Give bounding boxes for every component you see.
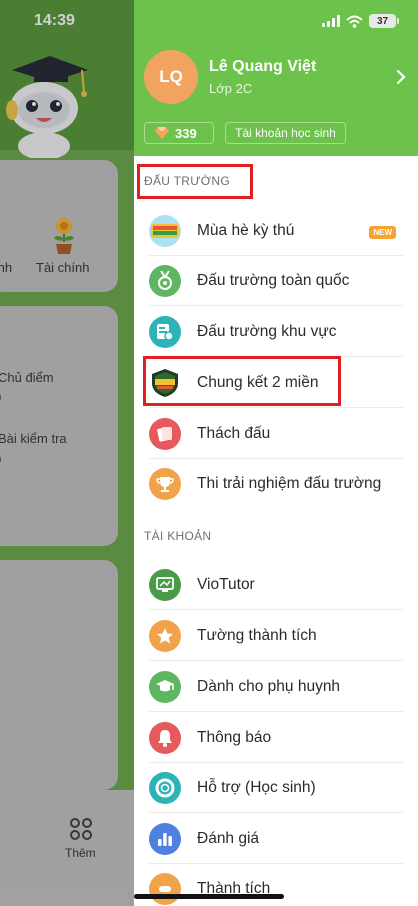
highlight-box-final	[143, 356, 341, 406]
menu-item-trial-arena[interactable]: Thi trải nghiệm đấu trường	[134, 459, 418, 509]
menu-item-support[interactable]: Hỗ trợ (Học sinh)	[134, 763, 418, 813]
avatar[interactable]: LQ	[144, 50, 198, 104]
menu-label: Đánh giá	[197, 830, 260, 847]
signal-icon	[322, 15, 340, 27]
menu-label: Đấu trường khu vực	[197, 323, 337, 340]
user-name[interactable]: Lê Quang Việt	[209, 58, 316, 76]
divider	[149, 407, 404, 408]
menu-label: Tường thành tích	[197, 627, 317, 644]
section-title-account: TÀI KHOẢN	[144, 529, 212, 543]
menu-item-national-arena[interactable]: Đấu trường toàn quốc	[134, 256, 418, 306]
menu-item-challenge[interactable]: Thách đấu	[134, 409, 418, 459]
challenge-cards-icon	[149, 418, 181, 450]
divider	[149, 660, 404, 661]
menu-label: Đấu trường toàn quốc	[197, 272, 350, 289]
user-class: Lớp 2C	[209, 81, 253, 96]
battery-icon: 37	[369, 14, 399, 28]
lifebuoy-icon	[149, 772, 181, 804]
status-icons: 37	[322, 14, 399, 28]
new-badge: NEW	[369, 226, 396, 239]
menu-item-summer[interactable]: Mùa hè kỳ thú NEW	[134, 206, 418, 256]
menu-label: Thông báo	[197, 729, 272, 746]
highlight-box-arena-title	[137, 164, 253, 199]
menu-item-parents[interactable]: Dành cho phụ huynh	[134, 662, 418, 712]
menu-label: Dành cho phụ huynh	[197, 678, 341, 695]
achievement-icon	[149, 873, 181, 905]
divider	[149, 609, 404, 610]
regional-certificate-icon	[149, 316, 181, 348]
chevron-right-icon[interactable]	[396, 70, 406, 84]
divider	[149, 812, 404, 813]
menu-item-achievements[interactable]: Thành tích	[134, 864, 418, 906]
gem-count: 339	[175, 125, 197, 141]
divider	[149, 305, 404, 306]
bar-chart-icon	[149, 823, 181, 855]
bell-icon	[149, 722, 181, 754]
menu-item-achievement-wall[interactable]: Tường thành tích	[134, 611, 418, 661]
trophy-icon	[149, 468, 181, 500]
menu-label: Thi trải nghiệm đấu trường	[197, 475, 382, 492]
summer-event-icon	[149, 215, 181, 247]
menu-label: Thách đấu	[197, 425, 271, 442]
tutor-screen-icon	[149, 569, 181, 601]
menu-label: Mùa hè kỳ thú	[197, 222, 295, 239]
gem-icon	[155, 127, 169, 139]
medal-icon	[149, 265, 181, 297]
menu-item-notifications[interactable]: Thông báo	[134, 713, 418, 763]
wifi-icon	[346, 15, 363, 28]
background-app: 14:39 ính Tài chính Chủ điểm 0 Bài kiểm …	[0, 0, 134, 906]
account-type-badge[interactable]: Tài khoản học sinh	[225, 122, 346, 144]
divider	[149, 711, 404, 712]
side-drawer: 37 LQ Lê Quang Việt Lớp 2C 339 Tài khoản…	[134, 0, 418, 906]
menu-item-regional-arena[interactable]: Đấu trường khu vực	[134, 307, 418, 357]
overlay-scrim[interactable]	[0, 0, 134, 906]
star-icon	[149, 620, 181, 652]
menu-item-rating[interactable]: Đánh giá	[134, 814, 418, 864]
home-indicator	[134, 894, 284, 899]
menu-item-viotutor[interactable]: VioTutor	[134, 560, 418, 610]
drawer-header: 37 LQ Lê Quang Việt Lớp 2C 339 Tài khoản…	[134, 0, 418, 156]
graduation-cap-icon	[149, 671, 181, 703]
menu-label: Hỗ trợ (Học sinh)	[197, 779, 316, 796]
menu-label: VioTutor	[197, 576, 255, 593]
gem-balance-badge[interactable]: 339	[144, 122, 214, 144]
